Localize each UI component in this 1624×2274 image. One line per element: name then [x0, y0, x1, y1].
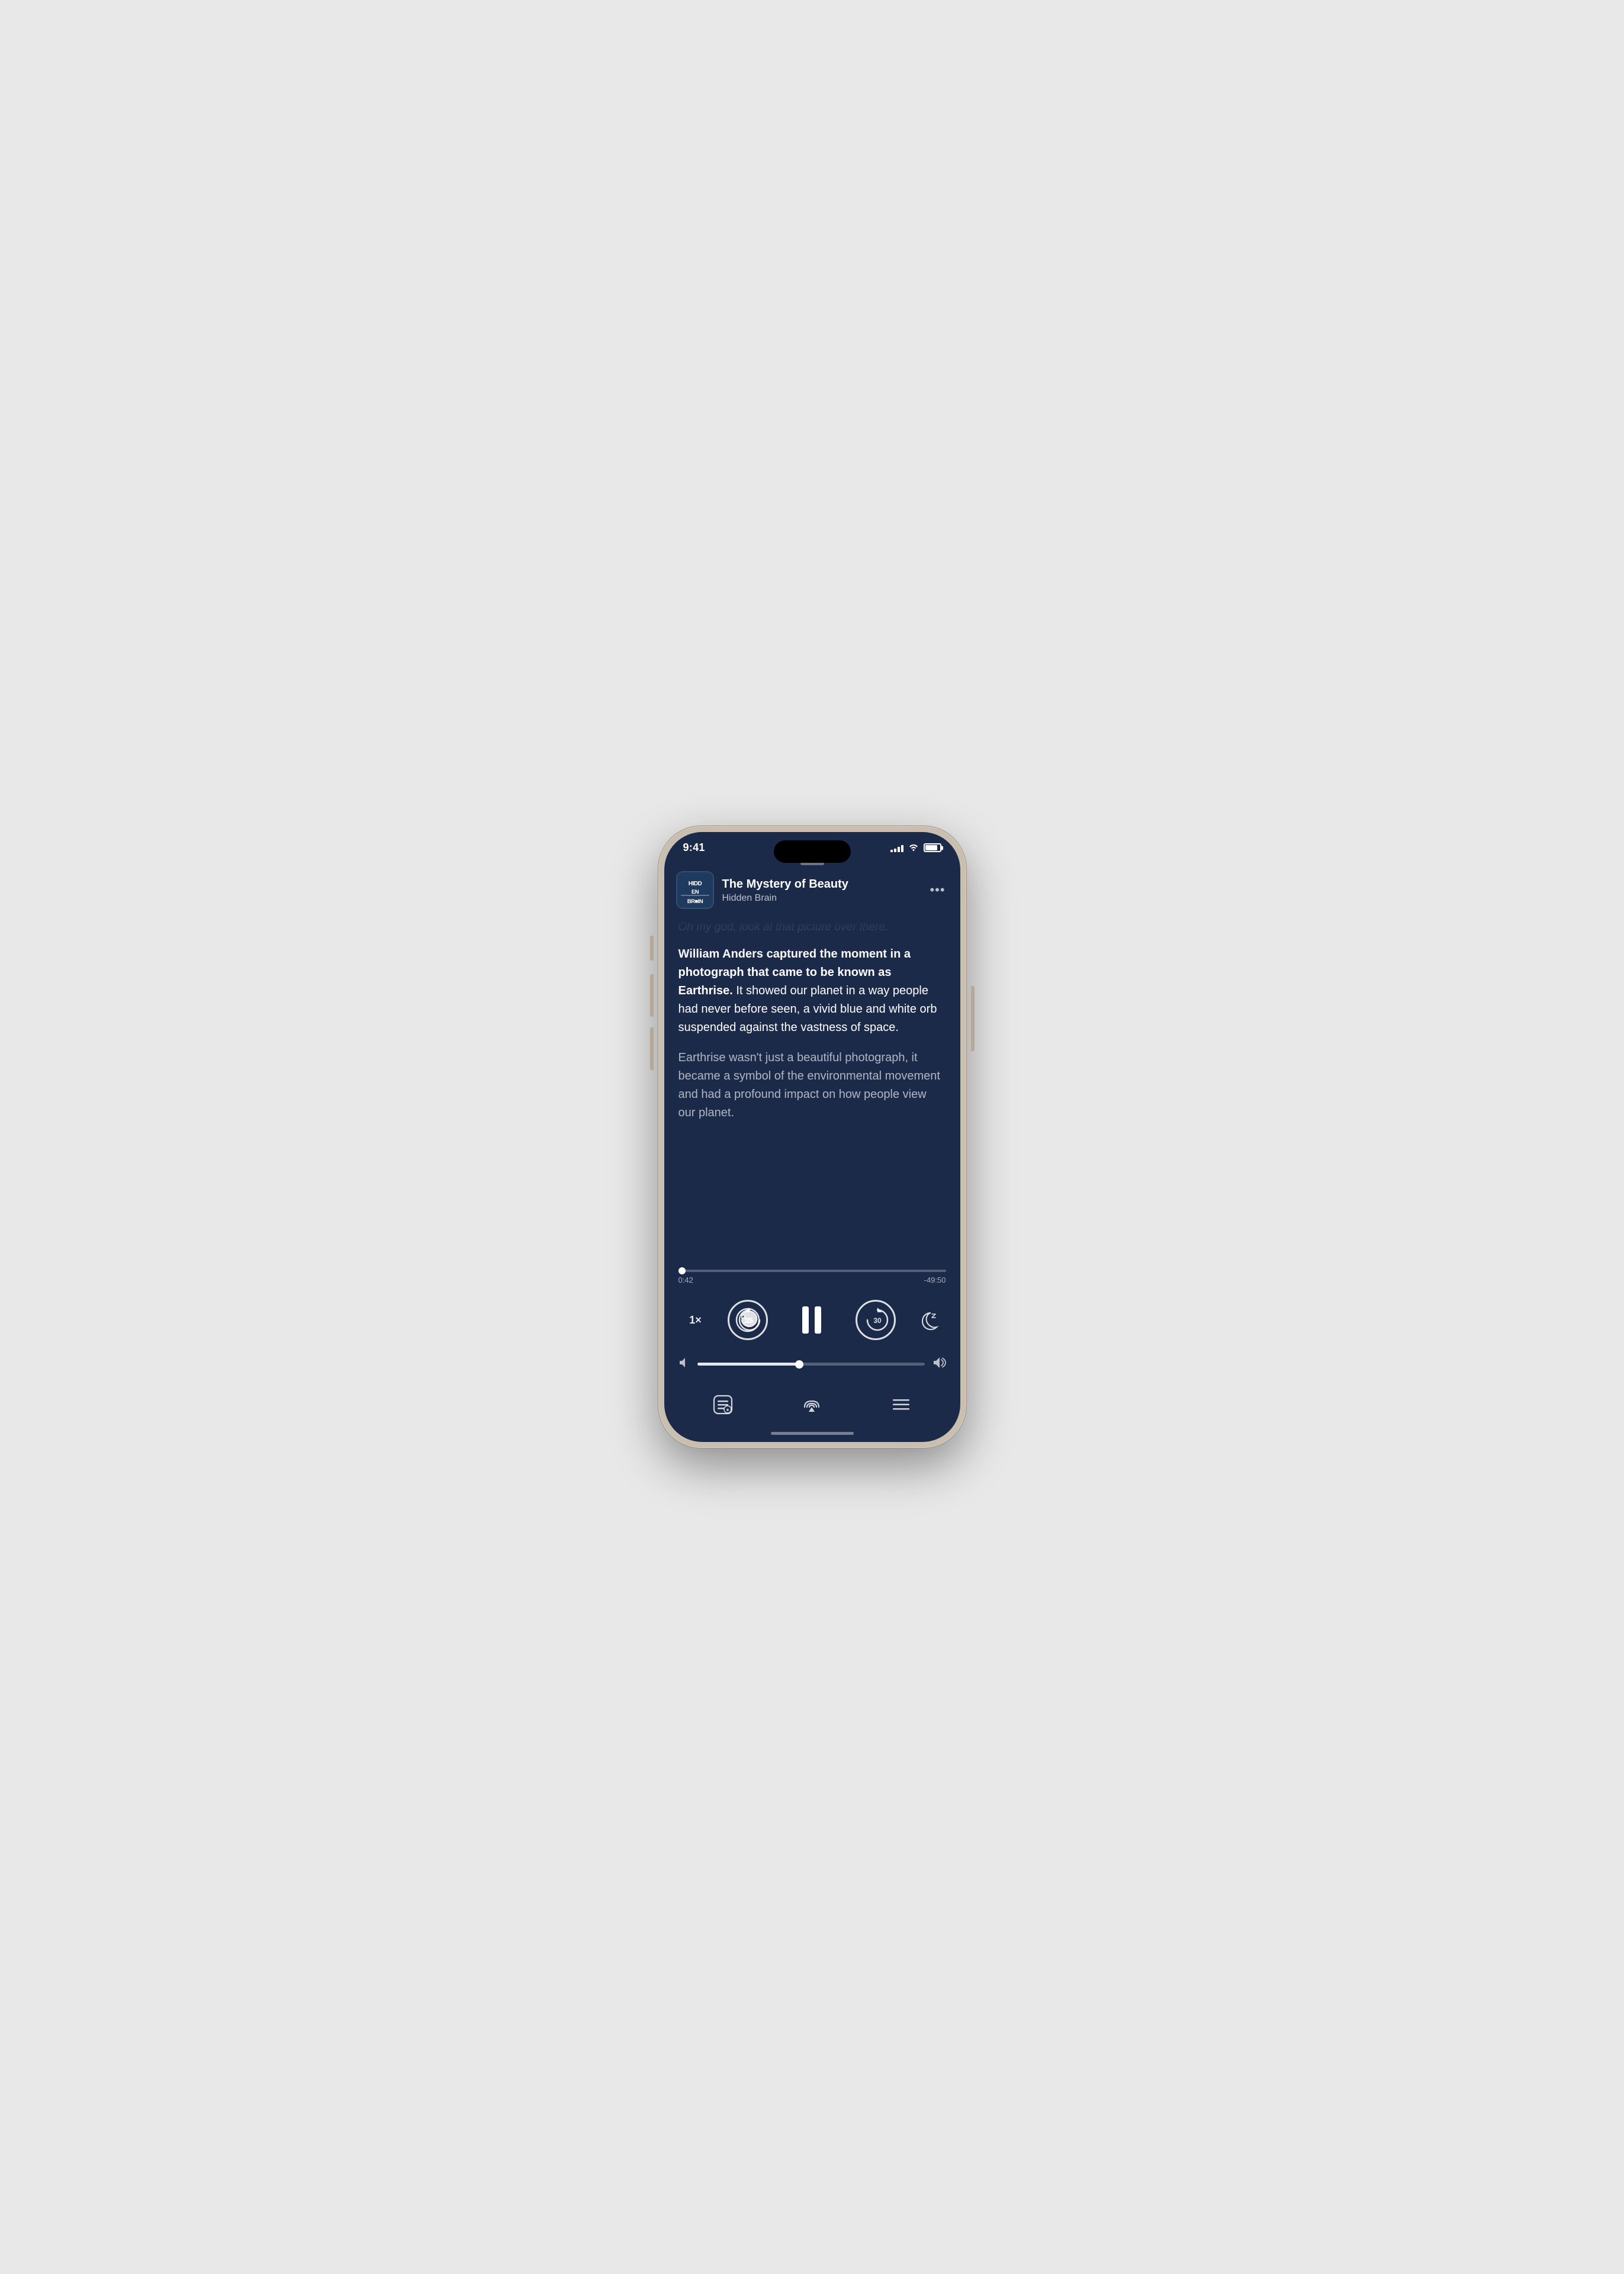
transcript-button[interactable]: ✦ [708, 1389, 738, 1420]
rewind-circle-icon: 15 [729, 1302, 770, 1342]
volume-high-icon [932, 1356, 946, 1373]
volume-thumb [795, 1360, 803, 1369]
pause-icon [802, 1306, 821, 1334]
svg-text:30: 30 [873, 1316, 882, 1325]
playback-speed-button[interactable]: 1× [684, 1314, 708, 1326]
remaining-time: -49:50 [924, 1276, 946, 1284]
progress-thumb [678, 1267, 686, 1274]
more-options-button[interactable]: ••• [927, 879, 948, 901]
podcast-show-name: Hidden Brain [722, 893, 927, 904]
progress-track[interactable] [678, 1270, 946, 1272]
svg-text:BR■IN: BR■IN [687, 898, 703, 905]
transcript-fade-bottom [664, 1227, 960, 1263]
airplay-button[interactable] [796, 1389, 827, 1420]
power-button[interactable] [971, 986, 975, 1051]
volume-low-icon [678, 1357, 690, 1372]
volume-up-button[interactable] [650, 974, 654, 1017]
time-labels: 0:42 -49:50 [678, 1276, 946, 1284]
volume-down-button[interactable] [650, 1027, 654, 1070]
podcast-header: HIDD EN BR■IN The Mystery of Beauty Hidd… [664, 871, 960, 918]
podcast-logo: HIDD EN BR■IN [676, 871, 714, 909]
airplay-icon [800, 1393, 824, 1417]
podcast-episode-title: The Mystery of Beauty [722, 877, 927, 891]
signal-icon [890, 844, 903, 852]
queue-button[interactable] [886, 1389, 916, 1420]
svg-text:✦: ✦ [725, 1407, 730, 1413]
dynamic-island [774, 840, 851, 863]
current-time: 0:42 [678, 1276, 693, 1284]
svg-text:15: 15 [745, 1316, 754, 1325]
rewind-button[interactable]: 15 15 [728, 1300, 768, 1340]
home-indicator [771, 1432, 854, 1435]
svg-text:HIDD: HIDD [688, 881, 702, 887]
sleep-timer-button[interactable] [916, 1308, 941, 1332]
mute-button[interactable] [650, 936, 654, 961]
phone-screen: 9:41 [664, 832, 960, 1442]
phone-frame: 9:41 [658, 826, 966, 1448]
sleep-icon [918, 1309, 939, 1331]
status-icons [890, 843, 941, 853]
queue-icon [889, 1393, 913, 1417]
forward-button[interactable]: 30 [856, 1300, 896, 1340]
bottom-action-bar: ✦ [664, 1385, 960, 1430]
volume-slider[interactable] [697, 1363, 925, 1366]
podcast-info: The Mystery of Beauty Hidden Brain [722, 877, 927, 904]
transcript-icon: ✦ [711, 1393, 735, 1417]
svg-text:EN: EN [691, 889, 699, 895]
pause-button[interactable] [788, 1296, 835, 1344]
transcript-fade-top [664, 918, 960, 954]
playback-section: 0:42 -49:50 [664, 1263, 960, 1284]
battery-icon [924, 843, 941, 852]
status-time: 9:41 [683, 841, 705, 854]
volume-row [664, 1353, 960, 1385]
controls-row: 1× 15 15 [664, 1284, 960, 1353]
wifi-icon [908, 843, 919, 853]
transcript-area: Oh my god, look at that picture over the… [664, 918, 960, 1263]
forward-circle-icon: 30 [857, 1302, 898, 1342]
volume-fill [697, 1363, 800, 1366]
transcript-active-paragraph: William Anders captured the moment in a … [678, 945, 946, 1037]
transcript-paragraph-2: Earthrise wasn't just a beautiful photog… [678, 1049, 946, 1122]
